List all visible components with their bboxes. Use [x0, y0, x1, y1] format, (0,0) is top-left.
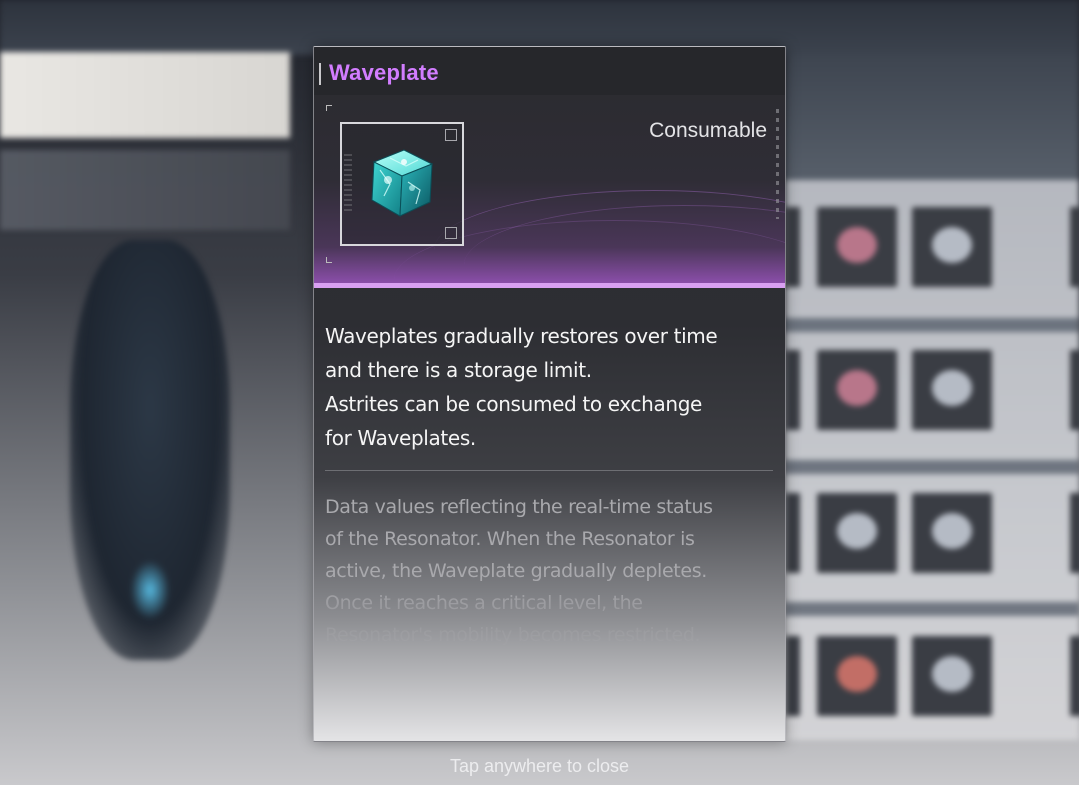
corner-tick-decoration	[326, 105, 332, 111]
lore-line: of the Resonator. When the Resonator is	[325, 528, 695, 550]
bg-slot	[912, 350, 992, 430]
bg-header-panel	[785, 55, 1079, 185]
bg-slot	[786, 636, 800, 716]
description-line: for Waveplates.	[325, 426, 476, 450]
bg-slot	[817, 350, 897, 430]
side-dots-decoration	[776, 109, 779, 219]
item-tooltip-panel: Waveplate Consumable Waveplates graduall…	[313, 46, 786, 742]
frame-corner-decoration	[445, 129, 457, 141]
bg-row-separator	[785, 318, 1079, 332]
bg-slot	[817, 207, 897, 287]
lore-line: Resonator's mobility becomes restricted.	[325, 624, 701, 646]
bg-slot	[786, 350, 800, 430]
description-line: and there is a storage limit.	[325, 358, 592, 382]
title-accent-bar	[319, 63, 321, 85]
bg-slot	[912, 493, 992, 573]
item-description: Waveplates gradually restores over time …	[325, 319, 780, 455]
bg-row-separator	[785, 460, 1079, 474]
banner-accent-line	[314, 283, 785, 288]
bg-slot	[912, 207, 992, 287]
bg-slot	[1070, 493, 1079, 573]
bg-slot	[786, 207, 800, 287]
corner-tick-decoration	[326, 257, 332, 263]
description-line: Waveplates gradually restores over time	[325, 324, 718, 348]
bg-menu-card	[0, 150, 290, 230]
bg-menu-card	[0, 52, 290, 138]
section-divider	[325, 470, 773, 471]
item-icon-frame	[340, 122, 464, 246]
bg-slot	[817, 636, 897, 716]
bg-slot	[786, 493, 800, 573]
description-line: Astrites can be consumed to exchange	[325, 392, 703, 416]
bg-slot	[1070, 636, 1079, 716]
frame-corner-decoration	[445, 227, 457, 239]
tooltip-header: Waveplate	[314, 47, 785, 95]
lore-line: active, the Waveplate gradually depletes…	[325, 560, 707, 582]
close-hint[interactable]: Tap anywhere to close	[0, 756, 1079, 777]
lore-line: Once it reaches a critical level, the	[325, 592, 643, 614]
item-type-label: Consumable	[649, 119, 767, 142]
bg-slot	[1070, 207, 1079, 287]
bg-row-separator	[785, 602, 1079, 616]
bg-character-glow	[130, 560, 170, 620]
item-title: Waveplate	[329, 60, 439, 85]
item-lore: Data values reflecting the real-time sta…	[325, 491, 780, 651]
bg-slot	[1070, 350, 1079, 430]
bg-slot	[817, 493, 897, 573]
bg-slot	[912, 636, 992, 716]
waveplate-cube-icon	[371, 149, 434, 217]
lore-line: Data values reflecting the real-time sta…	[325, 496, 713, 518]
frame-vertical-text-decoration	[344, 154, 352, 214]
